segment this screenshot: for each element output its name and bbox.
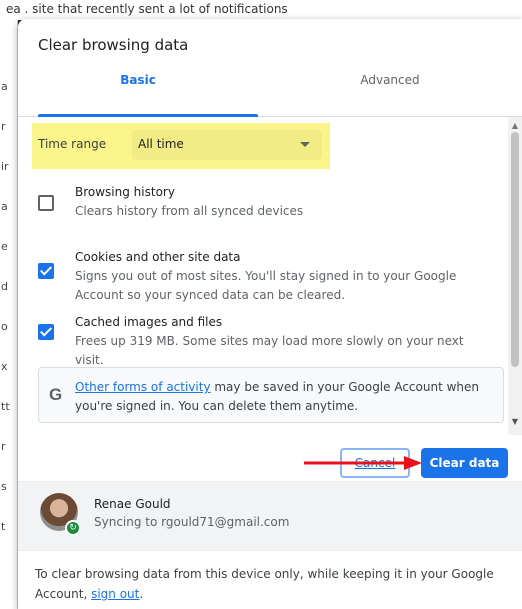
- account-section: ↻ Renae Gould Syncing to rgould71@gmail.…: [18, 481, 522, 551]
- dialog-title: Clear browsing data: [38, 36, 189, 54]
- scrollbar-thumb[interactable]: [511, 132, 519, 367]
- checkbox-cached-images[interactable]: [38, 324, 54, 340]
- option-title: Cached images and files: [75, 315, 223, 329]
- sign-out-link[interactable]: sign out: [91, 587, 139, 601]
- clear-data-button[interactable]: Clear data: [421, 448, 508, 478]
- background-edge-char: t: [1, 520, 6, 533]
- option-description: Signs you out of most sites. You'll stay…: [75, 269, 457, 302]
- scroll-up-arrow-icon[interactable]: ▲: [508, 121, 522, 130]
- red-arrow-annotation-icon: [304, 456, 422, 470]
- option-title: Cookies and other site data: [75, 250, 241, 264]
- time-range-row: Time range All time: [32, 123, 330, 169]
- background-edge-char: r: [1, 440, 6, 453]
- background-edge-char: tt: [1, 400, 10, 413]
- option-description: Frees up 319 MB. Some sites may load mor…: [75, 334, 464, 367]
- tab-basic[interactable]: Basic: [18, 69, 258, 117]
- account-sync-status: Syncing to rgould71@gmail.com: [94, 515, 290, 529]
- footer-note: To clear browsing data from this device …: [35, 564, 505, 604]
- background-left-edge: a r ir a e d o x tt r s t: [0, 20, 18, 609]
- info-other-activity: G Other forms of activity may be saved i…: [38, 367, 504, 423]
- option-description: Clears history from all synced devices: [75, 204, 304, 218]
- background-edge-char: a: [1, 200, 8, 213]
- background-edge-char: x: [1, 360, 8, 373]
- account-name: Renae Gould: [94, 497, 171, 511]
- time-range-select[interactable]: All time: [132, 130, 322, 160]
- background-edge-char: r: [1, 120, 6, 133]
- time-range-label: Time range: [38, 137, 107, 151]
- checkbox-cookies[interactable]: [38, 263, 54, 279]
- background-edge-char: e: [1, 240, 8, 253]
- scroll-down-arrow-icon[interactable]: ▼: [508, 417, 522, 426]
- tab-advanced[interactable]: Advanced: [258, 69, 522, 117]
- tab-bar: Basic Advanced: [18, 69, 522, 117]
- sync-icon: ↻: [65, 520, 81, 536]
- dialog-buttons: Cancel Clear data: [18, 435, 522, 485]
- time-range-value: All time: [138, 137, 184, 151]
- footer-suffix: .: [139, 587, 144, 601]
- checkbox-browsing-history[interactable]: [38, 195, 54, 211]
- dropdown-caret-icon: [300, 142, 310, 147]
- options-scroll-area[interactable]: Time range All time Browsing history Cle…: [18, 117, 522, 435]
- clear-browsing-data-dialog: Clear browsing data Basic Advanced Time …: [18, 19, 522, 609]
- other-activity-link[interactable]: Other forms of activity: [75, 380, 211, 394]
- background-edge-char: d: [1, 280, 8, 293]
- scrollbar[interactable]: ▲ ▼: [508, 117, 522, 435]
- background-strip: ea . site that recently sent a lot of no…: [0, 0, 522, 20]
- background-strip-text: ea . site that recently sent a lot of no…: [6, 2, 288, 16]
- background-edge-char: ir: [1, 160, 9, 173]
- background-edge-char: o: [1, 320, 8, 333]
- info-message: Other forms of activity may be saved in …: [75, 378, 495, 416]
- google-g-icon: G: [49, 385, 63, 404]
- option-title: Browsing history: [75, 185, 175, 199]
- background-edge-char: a: [1, 80, 8, 93]
- background-edge-char: s: [1, 480, 7, 493]
